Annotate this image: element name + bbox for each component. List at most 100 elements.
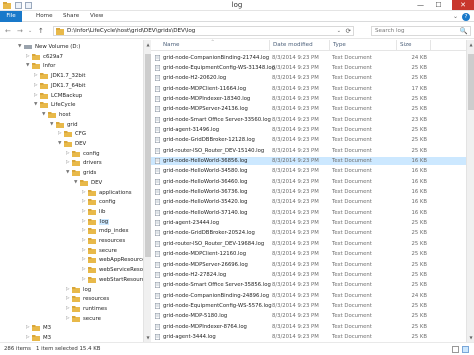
file-type: Text Document <box>332 240 372 247</box>
search-icon[interactable]: 🔍 <box>460 27 468 35</box>
chevron-right-icon[interactable]: ▷ <box>82 248 87 253</box>
file-row[interactable]: grid-node-MDPServer-24136.log 8/3/2014 9:… <box>151 105 466 113</box>
file-row[interactable]: grid-agent-23444.log 8/3/2014 9:23 PM Text… <box>151 219 466 227</box>
column-divider[interactable] <box>430 40 431 51</box>
navigation-scrollbar[interactable]: ▲ ▼ <box>143 40 151 342</box>
file-row[interactable]: grid-node-Smart Office Server-33560.log 8… <box>151 116 466 124</box>
chevron-right-icon[interactable]: ▷ <box>66 316 71 321</box>
chevron-right-icon[interactable]: ▷ <box>26 335 31 340</box>
file-row[interactable]: grid-node-MDP-5180.log 8/3/2014 9:23 PM Te… <box>151 312 466 320</box>
file-type: Text Document <box>332 147 372 154</box>
chevron-right-icon[interactable]: ▷ <box>82 219 87 224</box>
expand-ribbon-icon[interactable]: ⌄ <box>453 13 458 20</box>
column-divider[interactable] <box>396 40 397 51</box>
refresh-icon[interactable]: ⟳ <box>346 27 351 35</box>
file-row[interactable]: grid-node-MDPIndexer-8764.log 8/3/2014 9:… <box>151 323 466 331</box>
navigation-pane: ▼ New Volume (D:) ▷ c629a7 ▼ Infor ▷ JDK1.7_32b… <box>0 40 143 342</box>
file-row[interactable]: grid-router-ISO_Router_DEV-19684.log 8/3/… <box>151 240 466 248</box>
file-row[interactable]: grid-node-MDPClient-11664.log 8/3/2014 9:… <box>151 85 466 93</box>
file-row[interactable]: grid-node-EquipmentConfig-WS-5576.log 8/3… <box>151 302 466 310</box>
file-row[interactable]: grid-agent-31496.log 8/3/2014 9:23 PM Text… <box>151 126 466 134</box>
chevron-down-icon[interactable]: ▼ <box>66 170 71 175</box>
back-icon[interactable]: ← <box>5 27 11 35</box>
chevron-down-icon[interactable]: ▼ <box>18 44 23 49</box>
chevron-right-icon[interactable]: ▷ <box>34 93 39 98</box>
chevron-down-icon[interactable]: ▼ <box>34 102 39 107</box>
column-size[interactable]: Size <box>400 42 411 48</box>
chevron-right-icon[interactable]: ▷ <box>66 296 71 301</box>
chevron-down-icon[interactable]: ▼ <box>74 180 79 185</box>
file-list-scrollbar[interactable]: ▲ ▼ <box>466 40 474 342</box>
scroll-thumb[interactable] <box>468 54 474 110</box>
recent-locations-icon[interactable]: ⌄ <box>28 27 32 35</box>
file-row[interactable]: grid-node-MDPClient-12160.log 8/3/2014 9:… <box>151 250 466 258</box>
file-row[interactable]: grid-router-ISO_Router_DEV-15140.log 8/3/… <box>151 147 466 155</box>
minimize-button[interactable]: — <box>413 0 428 10</box>
file-row[interactable]: grid-node-EquipmentConfig-WS-31348.log 8/… <box>151 64 466 72</box>
column-divider[interactable] <box>329 40 330 51</box>
file-row[interactable]: grid-node-GridDBBroker-12128.log 8/3/2014… <box>151 136 466 144</box>
file-row[interactable]: grid-node-Smart Office Server-35856.log 8… <box>151 281 466 289</box>
address-bar[interactable]: D:\Infor\LifeCycle\host\grid\DEV\grids\D… <box>53 26 354 36</box>
help-icon[interactable]: ? <box>462 13 470 21</box>
chevron-right-icon[interactable]: ▷ <box>34 73 39 78</box>
scroll-down-icon[interactable]: ▼ <box>467 334 474 341</box>
file-row[interactable]: grid-node-HelloWorld-37140.log 8/3/2014 9… <box>151 209 466 217</box>
file-row[interactable]: grid-node-MDPIndexer-18340.log 8/3/2014 9… <box>151 95 466 103</box>
close-button[interactable]: ✕ <box>452 0 474 10</box>
column-name[interactable]: Name <box>163 42 180 48</box>
chevron-down-icon[interactable]: ▼ <box>50 122 55 127</box>
file-row[interactable]: grid-node-GridDBBroker-20524.log 8/3/2014… <box>151 229 466 237</box>
folder-icon <box>64 131 72 138</box>
chevron-right-icon[interactable]: ▷ <box>66 151 71 156</box>
file-row[interactable]: grid-node-CompanionBinding-21744.log 8/3/… <box>151 54 466 62</box>
chevron-right-icon[interactable]: ▷ <box>66 287 71 292</box>
chevron-right-icon[interactable]: ▷ <box>82 199 87 204</box>
address-dropdown-icon[interactable]: ⌄ <box>337 28 341 34</box>
tab-home[interactable]: Home <box>32 12 57 21</box>
chevron-right-icon[interactable]: ▷ <box>26 54 31 59</box>
file-row[interactable]: grid-node-HelloWorld-34580.log 8/3/2014 9… <box>151 167 466 175</box>
file-row[interactable]: grid-node-CompanionBinding-24896.log 8/3/… <box>151 292 466 300</box>
column-divider[interactable] <box>269 40 270 51</box>
chevron-down-icon[interactable]: ▼ <box>26 63 31 68</box>
forward-icon[interactable]: → <box>17 27 23 35</box>
file-row[interactable]: grid-node-HelloWorld-36736.log 8/3/2014 9… <box>151 188 466 196</box>
search-input[interactable]: Search log <box>375 28 405 34</box>
column-type[interactable]: Type <box>333 42 346 48</box>
file-row[interactable]: grid-node-HelloWorld-35420.log 8/3/2014 9… <box>151 198 466 206</box>
tab-file[interactable]: File <box>0 11 22 22</box>
details-view-icon[interactable] <box>452 346 459 353</box>
chevron-right-icon[interactable]: ▷ <box>82 228 87 233</box>
column-date-modified[interactable]: Date modified <box>273 42 313 48</box>
chevron-down-icon[interactable]: ▼ <box>58 141 63 146</box>
chevron-right-icon[interactable]: ▷ <box>58 131 63 136</box>
tab-view[interactable]: View <box>86 12 107 21</box>
chevron-right-icon[interactable]: ▷ <box>82 257 87 262</box>
chevron-right-icon[interactable]: ▷ <box>26 325 31 330</box>
chevron-right-icon[interactable]: ▷ <box>66 160 71 165</box>
file-row[interactable]: grid-node-MDPServer-26696.log 8/3/2014 9:… <box>151 261 466 269</box>
chevron-down-icon[interactable]: ▼ <box>42 112 47 117</box>
file-row[interactable]: grid-node-H2-20620.log 8/3/2014 9:23 PM Te… <box>151 74 466 82</box>
maximize-button[interactable]: ☐ <box>431 0 446 10</box>
scroll-up-icon[interactable]: ▲ <box>467 41 474 48</box>
file-row[interactable]: grid-node-HelloWorld-36460.log 8/3/2014 9… <box>151 178 466 186</box>
chevron-right-icon[interactable]: ▷ <box>34 83 39 88</box>
chevron-right-icon[interactable]: ▷ <box>82 238 87 243</box>
chevron-right-icon[interactable]: ▷ <box>82 267 87 272</box>
chevron-right-icon[interactable]: ▷ <box>82 190 87 195</box>
large-icons-view-icon[interactable] <box>462 346 469 353</box>
address-path[interactable]: D:\Infor\LifeCycle\host\grid\DEV\grids\D… <box>67 28 195 34</box>
search-box[interactable]: Search log 🔍 <box>371 26 471 36</box>
file-row[interactable]: grid-node-H2-27824.log 8/3/2014 9:23 PM Te… <box>151 271 466 279</box>
file-row[interactable]: grid-node-HelloWorld-36856.log 8/3/2014 9… <box>151 157 466 166</box>
up-icon[interactable]: ↑ <box>38 27 44 35</box>
chevron-right-icon[interactable]: ▷ <box>66 306 71 311</box>
file-date-modified: 8/3/2014 9:23 PM <box>272 137 319 144</box>
chevron-right-icon[interactable]: ▷ <box>82 209 87 214</box>
chevron-right-icon[interactable]: ▷ <box>82 277 87 282</box>
tab-share[interactable]: Share <box>59 12 83 21</box>
file-row[interactable]: grid-agent-3444.log 8/3/2014 9:23 PM Text … <box>151 333 466 341</box>
folder-icon <box>72 150 80 157</box>
